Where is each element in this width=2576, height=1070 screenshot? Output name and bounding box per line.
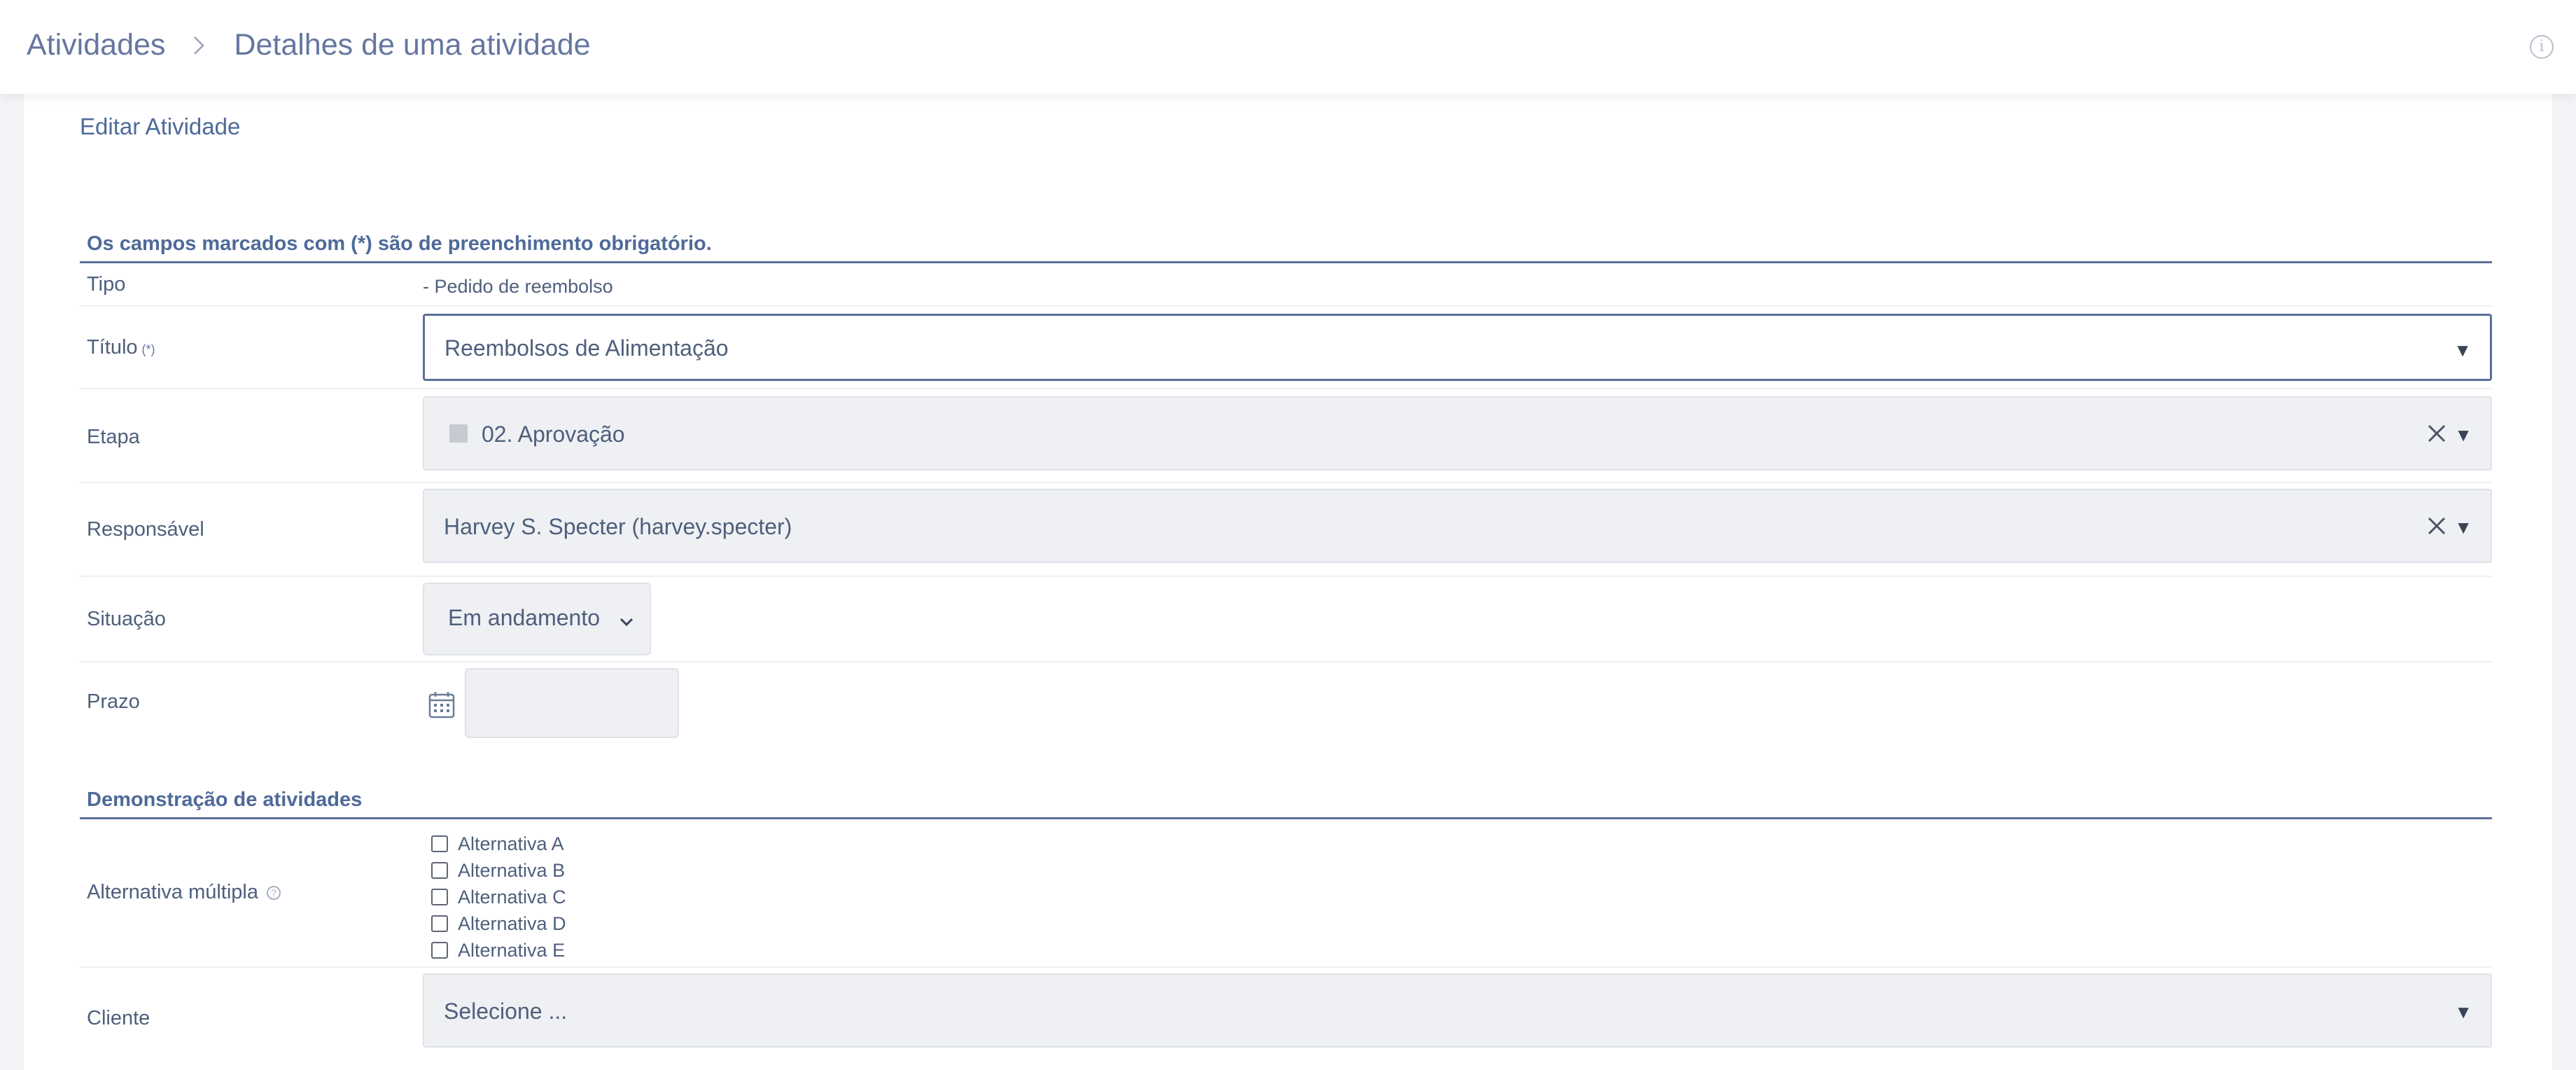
dropdown-arrow-icon[interactable]: ▼ (2454, 517, 2472, 539)
row-situacao: Situação Em andamento (80, 577, 2492, 662)
checkbox-item[interactable]: Alternativa C (431, 884, 566, 910)
panel-title: Editar Atividade (80, 113, 241, 139)
dropdown-arrow-icon[interactable]: ▼ (2454, 424, 2472, 446)
chevron-down-icon (619, 609, 634, 627)
checkbox-item[interactable]: Alternativa B (431, 857, 566, 884)
alternativa-checkbox-group: Alternativa A Alternativa B Alternativa … (431, 831, 566, 964)
required-fields-note: Os campos marcados com (*) são de preenc… (80, 228, 2492, 263)
prazo-date-input[interactable] (465, 668, 679, 738)
alternativa-multipla-label: Alternativa múltipla? (87, 881, 281, 904)
etapa-select-value: 02. Aprovação (482, 422, 625, 447)
edit-activity-panel: Editar Atividade Os campos marcados com … (24, 94, 2552, 1070)
etapa-select[interactable]: 02. Aprovação ▼ (423, 396, 2492, 471)
info-icon[interactable]: i (2530, 35, 2554, 59)
situacao-select-value: Em andamento (448, 605, 601, 630)
cliente-select-placeholder: Selecione ... (444, 999, 568, 1024)
tipo-value: - Pedido de reembolso (423, 276, 613, 297)
demo-section-title: Demonstração de atividades (80, 784, 2492, 819)
checkbox-label: Alternativa D (458, 912, 566, 934)
demo-section: Demonstração de atividades Alternativa m… (80, 784, 2492, 1059)
chevron-right-icon (185, 32, 213, 60)
checkbox-label: Alternativa C (458, 886, 566, 908)
titulo-label: Título (*) (87, 336, 155, 359)
prazo-label: Prazo (87, 690, 140, 713)
situacao-label: Situação (87, 608, 166, 630)
titulo-label-text: Título (87, 336, 138, 359)
responsavel-select[interactable]: Harvey S. Specter (harvey.specter) ▼ (423, 489, 2492, 563)
row-tipo: Tipo - Pedido de reembolso (80, 263, 2492, 307)
close-icon[interactable] (2426, 423, 2447, 444)
row-cliente: Cliente Selecione ... ▼ (80, 968, 2492, 1059)
activity-form: Os campos marcados com (*) são de preenc… (80, 228, 2492, 746)
titulo-select-value: Reembolsos de Alimentação (444, 335, 729, 361)
cliente-select[interactable]: Selecione ... ▼ (423, 973, 2492, 1048)
row-etapa: Etapa 02. Aprovação ▼ (80, 389, 2492, 483)
checkbox-item[interactable]: Alternativa E (431, 937, 566, 964)
row-alternativa-multipla: Alternativa múltipla? Alternativa A Alte… (80, 819, 2492, 968)
row-titulo: Título (*) Reembolsos de Alimentação ▼ (80, 307, 2492, 389)
checkbox-label: Alternativa E (458, 939, 566, 961)
checkbox[interactable] (431, 889, 448, 905)
checkbox-label: Alternativa B (458, 859, 566, 881)
checkbox[interactable] (431, 942, 448, 959)
dropdown-arrow-icon: ▼ (2454, 340, 2472, 361)
responsavel-select-value: Harvey S. Specter (harvey.specter) (444, 514, 792, 539)
etapa-label: Etapa (87, 426, 140, 448)
checkbox[interactable] (431, 915, 448, 932)
responsavel-label: Responsável (87, 518, 204, 541)
breadcrumb-root-link[interactable]: Atividades (27, 28, 165, 62)
tipo-label: Tipo (87, 273, 126, 296)
titulo-select[interactable]: Reembolsos de Alimentação ▼ (423, 314, 2492, 381)
dropdown-arrow-icon: ▼ (2454, 1001, 2472, 1022)
checkbox-item[interactable]: Alternativa A (431, 831, 566, 857)
row-prazo: Prazo (80, 662, 2492, 746)
top-bar: Atividades Detalhes de uma atividade i (0, 0, 2576, 94)
breadcrumb-current: Detalhes de uma atividade (234, 28, 591, 62)
situacao-select[interactable]: Em andamento (423, 583, 651, 655)
checkbox[interactable] (431, 862, 448, 879)
checkbox-item[interactable]: Alternativa D (431, 910, 566, 937)
breadcrumb: Atividades Detalhes de uma atividade (27, 28, 591, 62)
calendar-icon[interactable] (428, 690, 455, 718)
close-icon[interactable] (2426, 515, 2447, 536)
row-responsavel: Responsável Harvey S. Specter (harvey.sp… (80, 483, 2492, 577)
checkbox[interactable] (431, 835, 448, 852)
help-icon[interactable]: ? (267, 886, 281, 901)
checkbox-label: Alternativa A (458, 833, 564, 854)
stage-color-swatch (449, 424, 468, 443)
cliente-label: Cliente (87, 1007, 150, 1029)
alternativa-multipla-label-text: Alternativa múltipla (87, 881, 258, 903)
required-mark: (*) (141, 342, 155, 356)
